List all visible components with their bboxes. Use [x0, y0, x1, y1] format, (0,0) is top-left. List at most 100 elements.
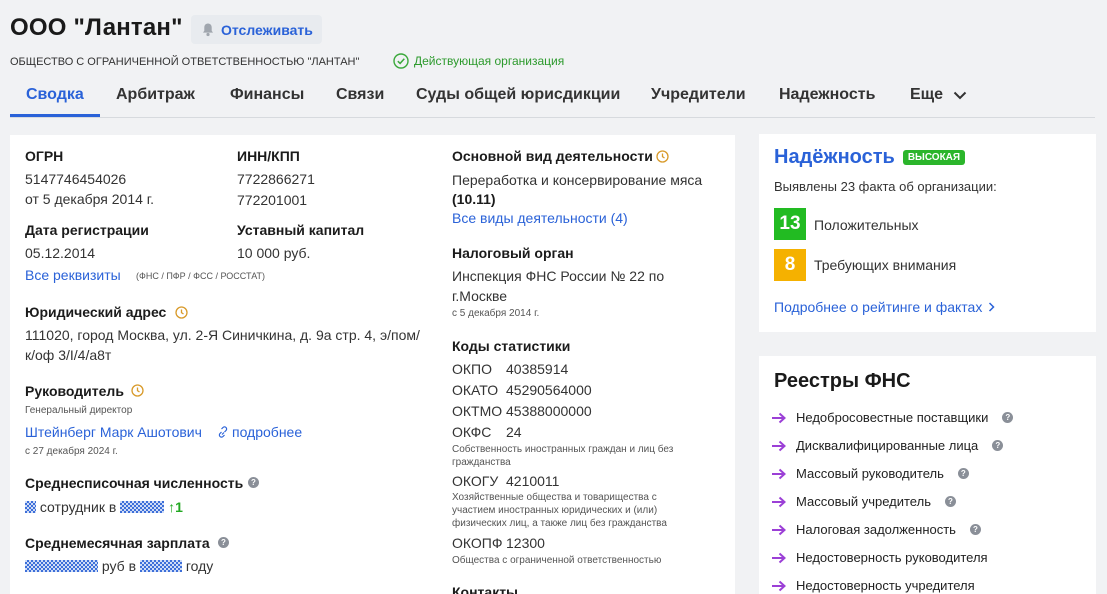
help-icon[interactable]: ? — [1002, 412, 1014, 423]
hidden-value-placeholder[interactable] — [139, 560, 182, 572]
salary-mid: руб в — [101, 558, 137, 574]
help-icon[interactable]: ? — [218, 537, 229, 548]
registry-item-label: Недобросовестные поставщики — [796, 410, 989, 425]
stat-okfs: ОКФС 24 — [452, 424, 522, 440]
active-tab-indicator — [10, 114, 100, 117]
director-position: Генеральный директор — [25, 405, 133, 416]
kpp-value: 772201001 — [237, 192, 308, 208]
help-icon[interactable]: ? — [992, 440, 1004, 451]
reg-date-value: 05.12.2014 — [25, 245, 96, 261]
ogrn-value: 5147746454026 — [25, 171, 127, 187]
registry-item-label: Недостоверность учредителя — [796, 578, 975, 593]
stat-code: ОКОГУ — [452, 473, 499, 489]
headcount-label: Среднесписочная численность — [25, 475, 244, 491]
rating-details-label: Подробнее о рейтинге и фактах — [774, 299, 983, 315]
registry-item[interactable]: Налоговая задолженность? — [771, 522, 981, 537]
hidden-value-placeholder[interactable] — [120, 501, 165, 513]
follow-button[interactable]: Отслеживать — [191, 15, 322, 44]
address-line-2: к/оф 3/I/4/а8т — [25, 347, 112, 363]
tab-bar: Сводка Арбитраж Финансы Связи Суды общей… — [10, 80, 1095, 118]
status-badge: Действующая организация — [393, 53, 564, 69]
stat-value: 12300 — [506, 535, 545, 551]
all-activities-link[interactable]: Все виды деятельности (4) — [452, 210, 628, 226]
attention-facts-link[interactable]: Требующих внимания — [814, 257, 956, 273]
activity-label: Основной вид деятельности — [452, 148, 653, 164]
tab-general-courts[interactable]: Суды общей юрисдикции — [416, 86, 620, 104]
inn-label: ИНН/КПП — [237, 148, 300, 164]
director-name-link[interactable]: Штейнберг Марк Ашотович — [25, 424, 202, 440]
registry-item[interactable]: Массовый руководитель? — [771, 466, 969, 481]
tab-founders[interactable]: Учредители — [651, 86, 746, 104]
stat-value: 4210011 — [506, 473, 560, 489]
all-details-link[interactable]: Все реквизиты — [25, 267, 121, 283]
arrow-right-icon — [772, 552, 786, 563]
stat-code: ОКПО — [452, 361, 492, 377]
help-icon[interactable]: ? — [957, 468, 969, 479]
history-clock-icon[interactable] — [131, 384, 144, 397]
director-more-link[interactable]: подробнее — [217, 424, 302, 440]
headcount-trend: ↑1 — [168, 499, 183, 515]
headcount-row: сотрудник в ↑1 — [25, 499, 183, 515]
registry-item[interactable]: Недобросовестные поставщики? — [771, 410, 1014, 425]
chevron-down-icon — [953, 91, 967, 99]
help-icon[interactable]: ? — [944, 496, 956, 507]
fns-registries-card: Реестры ФНС Недобросовестные поставщики?… — [759, 356, 1096, 594]
salary-row: руб в году — [25, 558, 213, 574]
contacts-label: Контакты — [452, 584, 519, 594]
arrow-right-icon — [772, 580, 786, 591]
registry-item-label: Дисквалифицированные лица — [796, 438, 979, 453]
activity-text: Переработка и консервирование мяса — [452, 172, 703, 188]
ogrn-date: от 5 декабря 2014 г. — [25, 191, 155, 207]
stat-okogu-note-1: Хозяйственные общества и товарищества с — [452, 492, 657, 503]
stat-code: ОКТМО — [452, 403, 503, 419]
tab-finance[interactable]: Финансы — [230, 86, 304, 104]
reliability-header: Надёжность ВЫСОКАЯ — [774, 146, 966, 169]
tab-reliability[interactable]: Надежность — [779, 86, 875, 104]
headcount-delta: 1 — [175, 499, 183, 515]
tab-arbitration[interactable]: Арбитраж — [116, 86, 195, 104]
tax-office-line-1: Инспекция ФНС России № 22 по — [452, 268, 665, 284]
stat-value: 40385914 — [506, 361, 569, 377]
inn-value: 7722866271 — [237, 171, 315, 187]
follow-button-label: Отслеживать — [221, 21, 313, 38]
hidden-value-placeholder[interactable] — [25, 501, 36, 513]
positive-facts-link[interactable]: Положительных — [814, 217, 919, 233]
registry-item-label: Налоговая задолженность — [796, 522, 956, 537]
company-full-name: ОБЩЕСТВО С ОГРАНИЧЕННОЙ ОТВЕТСТВЕННОСТЬЮ… — [10, 56, 360, 68]
stat-okogu-note-3: физических лиц, а также лиц без гражданс… — [452, 518, 667, 529]
stat-value: 24 — [506, 424, 522, 440]
reliability-title[interactable]: Надёжность — [774, 146, 895, 169]
help-icon[interactable]: ? — [969, 524, 981, 535]
stat-oktmo: ОКТМО 45388000000 — [452, 403, 592, 419]
stat-okfs-note-2: гражданства — [452, 457, 511, 468]
registry-item[interactable]: Недостоверность руководителя — [771, 550, 988, 565]
activity-code: (10.11) — [452, 191, 496, 207]
history-clock-icon[interactable] — [175, 306, 188, 319]
registry-item[interactable]: Массовый учредитель? — [771, 494, 956, 509]
director-date: с 27 декабря 2024 г. — [25, 446, 118, 457]
registry-item[interactable]: Дисквалифицированные лица? — [771, 438, 1004, 453]
history-clock-icon[interactable] — [656, 150, 669, 163]
stat-code: ОКАТО — [452, 382, 499, 398]
reliability-summary: Выявлены 23 факта об организации: — [774, 179, 997, 194]
tab-more[interactable]: Еще — [910, 86, 967, 104]
stat-value: 45388000000 — [506, 403, 592, 419]
rating-details-link[interactable]: Подробнее о рейтинге и фактах — [774, 299, 995, 315]
hidden-value-placeholder[interactable] — [25, 560, 98, 572]
registry-item[interactable]: Недостоверность учредителя — [771, 578, 975, 593]
director-label: Руководитель — [25, 383, 124, 399]
help-icon[interactable]: ? — [248, 477, 259, 488]
registry-item-label: Недостоверность руководителя — [796, 550, 988, 565]
capital-value: 10 000 руб. — [237, 245, 311, 261]
stat-okopf: ОКОПФ 12300 — [452, 535, 545, 551]
registries-title: Реестры ФНС — [774, 370, 911, 392]
tab-connections[interactable]: Связи — [336, 86, 384, 104]
all-details-note: (ФНС / ПФР / ФСС / РОССТАТ) — [136, 271, 265, 281]
chevron-right-icon — [989, 302, 995, 312]
arrow-right-icon — [772, 468, 786, 479]
stat-okopf-note: Общества с ограниченной ответственностью — [452, 555, 662, 566]
tax-office-date: с 5 декабря 2014 г. — [452, 308, 540, 319]
tab-summary[interactable]: Сводка — [26, 86, 84, 104]
status-text: Действующая организация — [414, 54, 565, 68]
salary-end: году — [185, 558, 214, 574]
